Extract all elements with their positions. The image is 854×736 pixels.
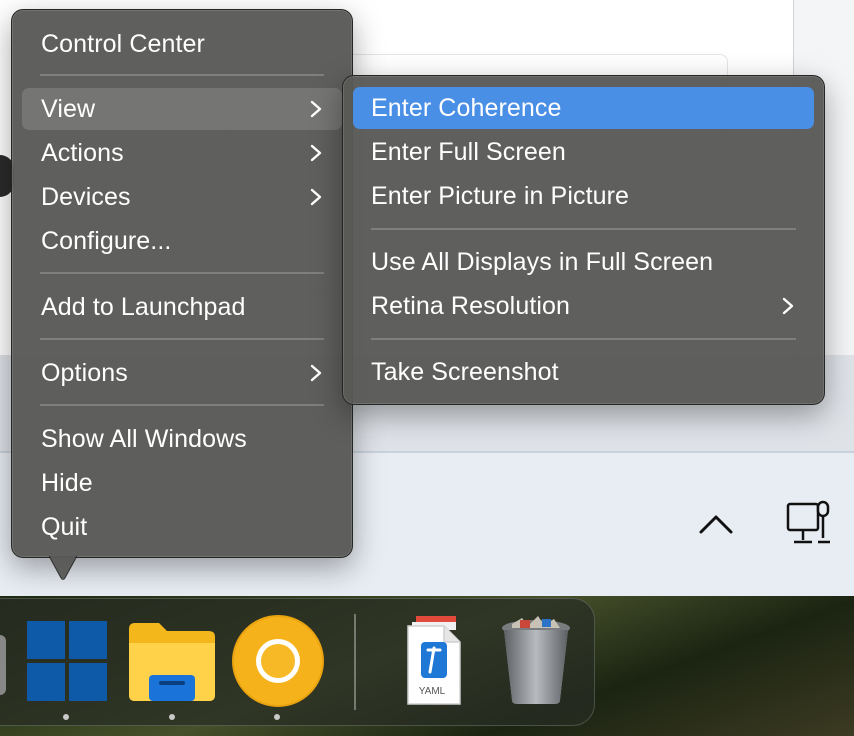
menu-item-hide[interactable]: Hide <box>22 462 342 504</box>
menu-pointer-tail <box>49 556 77 580</box>
menu-separator <box>371 228 796 230</box>
chevron-right-icon <box>310 144 322 162</box>
menu-item-label: Enter Full Screen <box>371 137 566 166</box>
menu-item-enter-full-screen[interactable]: Enter Full Screen <box>353 131 814 173</box>
menu-item-quit[interactable]: Quit <box>22 506 342 548</box>
menu-item-label: Hide <box>41 468 93 497</box>
view-submenu: Enter Coherence Enter Full Screen Enter … <box>342 75 825 405</box>
file-explorer-icon[interactable] <box>124 613 220 709</box>
dock-partial-app[interactable] <box>0 635 6 695</box>
menu-item-label: Add to Launchpad <box>41 292 246 321</box>
menu-item-label: Enter Coherence <box>371 93 562 122</box>
menu-separator <box>40 74 324 76</box>
running-indicator <box>63 714 69 720</box>
menu-item-options[interactable]: Options <box>22 352 342 394</box>
menu-item-label: Options <box>41 358 128 387</box>
yaml-document-icon[interactable]: YAML <box>384 613 480 709</box>
menu-item-label: Retina Resolution <box>371 291 571 320</box>
menu-item-label: Devices <box>41 182 131 211</box>
dock-context-menu: Control Center View Actions Devices Conf… <box>11 9 353 558</box>
menu-item-label: Quit <box>41 512 88 541</box>
running-indicator <box>169 714 175 720</box>
menu-separator <box>40 404 324 406</box>
menu-item-label: Take Screenshot <box>371 357 559 386</box>
trash-icon[interactable] <box>488 613 584 709</box>
menu-item-label: Configure... <box>41 226 172 255</box>
menu-item-label: Actions <box>41 138 124 167</box>
chevron-right-icon <box>310 364 322 382</box>
menu-item-label: Enter Picture in Picture <box>371 181 630 210</box>
network-monitor-icon[interactable] <box>784 498 836 550</box>
menu-item-add-to-launchpad[interactable]: Add to Launchpad <box>22 286 342 328</box>
menu-item-retina-resolution[interactable]: Retina Resolution <box>353 285 814 327</box>
menu-item-view[interactable]: View <box>22 88 342 130</box>
menu-separator <box>40 272 324 274</box>
chevron-right-icon <box>310 100 322 118</box>
menu-item-devices[interactable]: Devices <box>22 176 342 218</box>
menu-separator <box>371 338 796 340</box>
dock-separator <box>354 614 356 710</box>
menu-item-configure[interactable]: Configure... <box>22 220 342 262</box>
chevron-right-icon <box>310 188 322 206</box>
menu-item-label: Control Center <box>41 29 205 58</box>
windows-start-icon[interactable] <box>19 613 115 709</box>
menu-item-use-all-displays[interactable]: Use All Displays in Full Screen <box>353 241 814 283</box>
menu-item-enter-coherence[interactable]: Enter Coherence <box>353 87 814 129</box>
menu-item-control-center[interactable]: Control Center <box>22 23 342 65</box>
menu-item-enter-picture-in-picture[interactable]: Enter Picture in Picture <box>353 175 814 217</box>
menu-item-show-all-windows[interactable]: Show All Windows <box>22 418 342 460</box>
menu-item-label: Use All Displays in Full Screen <box>371 247 714 276</box>
chrome-canary-icon[interactable] <box>230 613 326 709</box>
menu-separator <box>40 338 324 340</box>
running-indicator <box>274 714 280 720</box>
menu-item-take-screenshot[interactable]: Take Screenshot <box>353 351 814 393</box>
chevron-right-icon <box>782 297 794 315</box>
menu-item-label: View <box>41 94 96 123</box>
yaml-file-label: YAML <box>418 686 446 697</box>
menu-item-label: Show All Windows <box>41 424 247 453</box>
chevron-up-icon[interactable] <box>696 504 736 544</box>
menu-item-actions[interactable]: Actions <box>22 132 342 174</box>
